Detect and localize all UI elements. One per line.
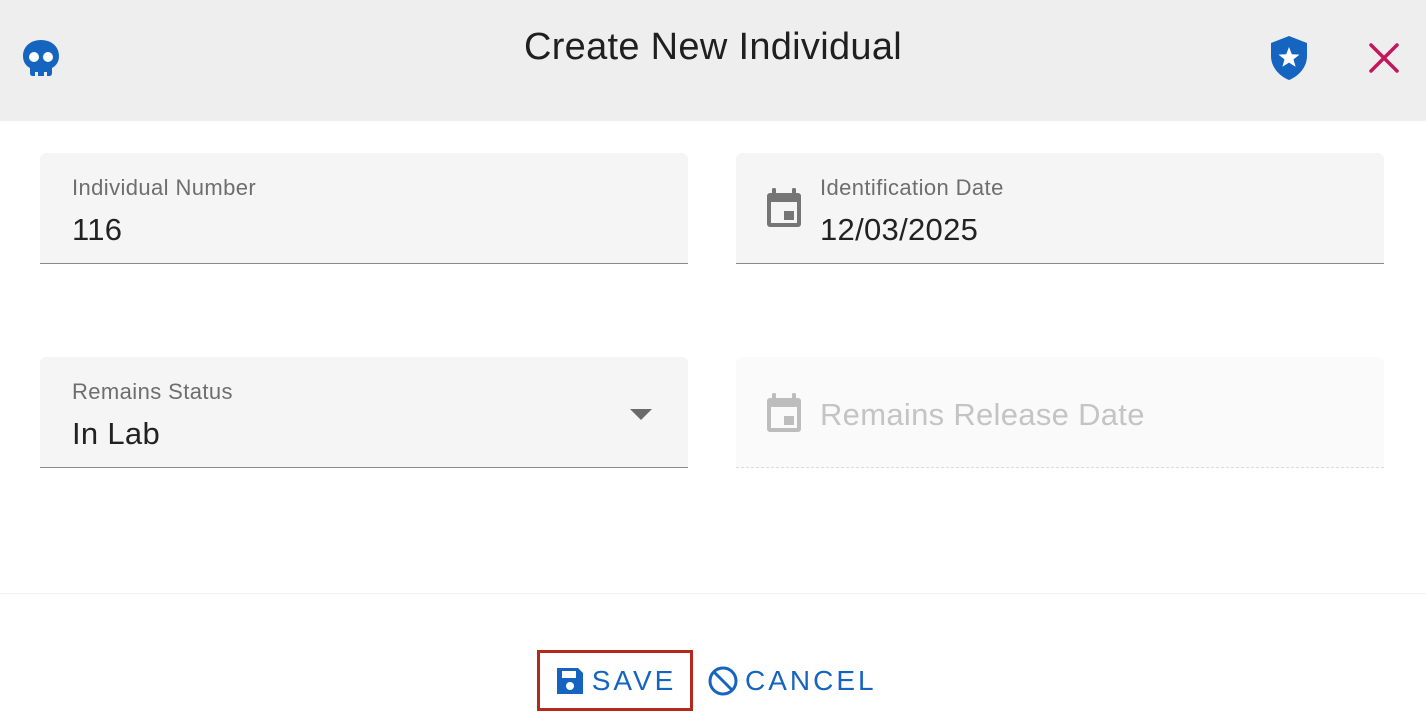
cancel-label: CANCEL: [745, 664, 877, 696]
remains-status-label: Remains Status: [72, 379, 233, 404]
identification-date-label: Identification Date: [820, 175, 1004, 200]
dropdown-arrow-icon[interactable]: [628, 407, 654, 421]
remains-status-value[interactable]: In Lab: [72, 416, 160, 452]
save-label: SAVE: [591, 664, 677, 696]
close-icon[interactable]: [1364, 38, 1404, 78]
individual-number-label: Individual Number: [72, 175, 257, 200]
floppy-disk-icon: [556, 667, 583, 694]
cancel-button[interactable]: CANCEL: [703, 650, 874, 711]
remains-status-select[interactable]: Remains Status In Lab: [40, 357, 688, 468]
identification-date-field[interactable]: Identification Date 12/03/2025: [736, 153, 1384, 264]
calendar-icon: [767, 393, 801, 432]
save-button[interactable]: SAVE: [537, 650, 693, 711]
dialog-header: Create New Individual: [0, 0, 1426, 121]
footer-divider: [0, 593, 1426, 594]
identification-date-value[interactable]: 12/03/2025: [820, 212, 978, 248]
individual-number-value[interactable]: 116: [72, 212, 122, 248]
calendar-icon[interactable]: [764, 186, 804, 230]
create-individual-dialog: Create New Individual Individual Number …: [0, 0, 1426, 724]
dialog-title: Create New Individual: [523, 26, 903, 68]
remains-release-date-field: Remains Release Date: [736, 357, 1384, 468]
cancel-circle-icon: [708, 666, 738, 695]
remains-release-date-placeholder: Remains Release Date: [820, 397, 1145, 432]
shield-star-icon[interactable]: [1268, 35, 1310, 81]
individual-number-field[interactable]: Individual Number 116: [40, 153, 688, 264]
